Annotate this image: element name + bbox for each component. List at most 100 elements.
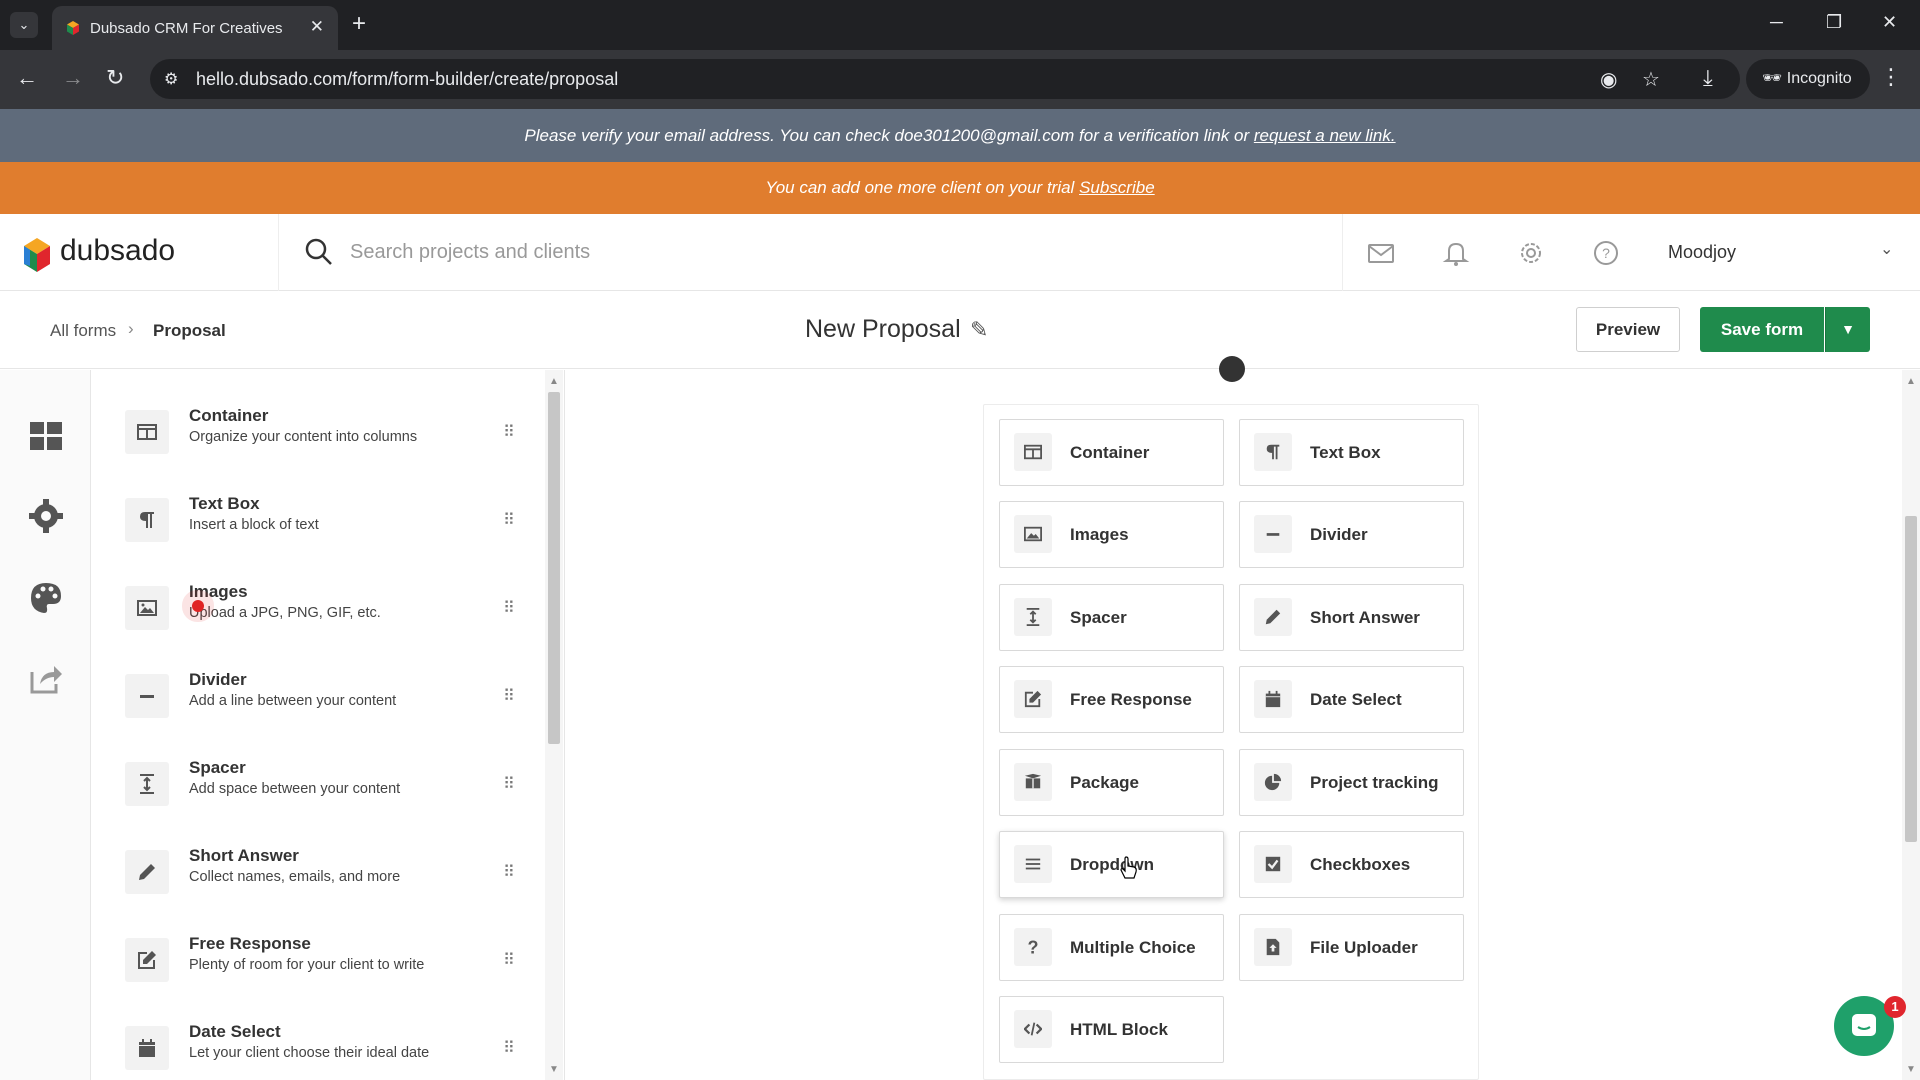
palette-card-images[interactable]: Images [999,501,1224,568]
browser-menu-icon[interactable]: ⋮ [1880,64,1902,90]
svg-text:?: ? [1602,245,1610,261]
list-item-short-answer[interactable]: Short Answer Collect names, emails, and … [91,836,541,914]
tab-search-button[interactable]: ⌄ [10,12,38,38]
list-item-images[interactable]: Images Upload a JPG, PNG, GIF, etc. ⠿ [91,572,541,650]
drag-handle-icon[interactable]: ⠿ [503,774,515,794]
divider-icon [125,674,169,718]
drag-handle-icon[interactable]: ⠿ [503,422,515,442]
back-icon[interactable]: ← [16,65,38,91]
add-element-marker[interactable] [1219,356,1245,382]
tab-close-icon[interactable]: ✕ [310,17,324,37]
chevron-down-icon[interactable]: ⌄ [1880,239,1893,259]
pie-chart-icon [1254,763,1292,801]
user-name[interactable]: Moodjoy [1668,242,1736,263]
palette-card-project-tracking[interactable]: Project tracking [1239,749,1464,816]
svg-text:?: ? [1028,938,1039,956]
scroll-up-arrow-icon[interactable]: ▲ [549,376,559,387]
calendar-icon [1254,680,1292,718]
request-new-link[interactable]: request a new link. [1254,126,1396,145]
palette-card-label: Divider [1310,525,1368,544]
palette-card-text-box[interactable]: Text Box [1239,419,1464,486]
bookmark-star-icon[interactable]: ☆ [1642,67,1660,92]
preview-button[interactable]: Preview [1576,307,1680,352]
scroll-up-arrow-icon[interactable]: ▲ [1906,376,1916,387]
close-window-icon[interactable]: ✕ [1882,12,1897,33]
restore-icon[interactable]: ❐ [1826,12,1842,33]
download-icon[interactable]: ⤓ [1703,65,1713,91]
list-item-date-select[interactable]: Date Select Let your client choose their… [91,1012,541,1080]
mail-icon[interactable] [1366,238,1396,268]
palette-card-label: Free Response [1070,690,1192,709]
package-icon [1014,763,1052,801]
drag-handle-icon[interactable]: ⠿ [503,686,515,706]
forward-icon[interactable]: → [62,65,84,91]
page-scrollbar-thumb[interactable] [1905,516,1917,842]
list-item-spacer[interactable]: Spacer Add space between your content ⠿ [91,748,541,826]
palette-card-label: HTML Block [1070,1020,1168,1039]
address-bar[interactable]: ⚙ hello.dubsado.com/form/form-builder/cr… [150,59,1740,99]
palette-icon[interactable] [28,580,64,616]
palette-card-multiple-choice[interactable]: ? Multiple Choice [999,914,1224,981]
scroll-down-arrow-icon[interactable]: ▼ [1906,1064,1916,1075]
palette-card-html-block[interactable]: HTML Block [999,996,1224,1063]
palette-card-file-uploader[interactable]: File Uploader [1239,914,1464,981]
edit-title-pencil-icon[interactable]: ✎ [970,317,988,343]
palette-card-checkboxes[interactable]: Checkboxes [1239,831,1464,898]
palette-card-short-answer[interactable]: Short Answer [1239,584,1464,651]
drag-handle-icon[interactable]: ⠿ [503,862,515,882]
list-item-container[interactable]: Container Organize your content into col… [91,396,541,474]
subscribe-link[interactable]: Subscribe [1079,178,1155,197]
list-item-desc: Let your client choose their ideal date [189,1045,430,1061]
reload-icon[interactable]: ↻ [106,65,124,91]
list-item-title: Free Response [189,934,311,953]
drag-handle-icon[interactable]: ⠿ [503,510,515,530]
scroll-down-arrow-icon[interactable]: ▼ [549,1064,559,1075]
elements-grid-icon[interactable] [28,418,64,454]
help-icon[interactable]: ? [1591,238,1621,268]
list-item-title: Images [189,582,248,601]
palette-card-divider[interactable]: Divider [1239,501,1464,568]
container-icon [125,410,169,454]
palette-card-container[interactable]: Container [999,419,1224,486]
image-icon [1014,515,1052,553]
click-indicator [192,600,204,612]
dubsado-favicon-icon [67,21,79,35]
site-settings-icon[interactable]: ⚙ [164,69,178,89]
drag-handle-icon[interactable]: ⠿ [503,598,515,618]
palette-card-free-response[interactable]: Free Response [999,666,1224,733]
incognito-label: Incognito [1786,70,1852,87]
drag-handle-icon[interactable]: ⠿ [503,950,515,970]
palette-card-spacer[interactable]: Spacer [999,584,1224,651]
browser-toolbar: ← → ↻ ⚙ hello.dubsado.com/form/form-buil… [0,50,1920,109]
share-icon[interactable] [28,660,64,696]
settings-gear-icon[interactable] [1516,238,1546,268]
url-text[interactable]: hello.dubsado.com/form/form-builder/crea… [196,69,618,90]
list-item-text-box[interactable]: Text Box Insert a block of text ⠿ [91,484,541,562]
incognito-indicator[interactable]: 🕶 Incognito [1746,59,1870,99]
list-item-desc: Plenty of room for your client to write [189,957,425,973]
save-options-dropdown-icon[interactable]: ▼ [1825,307,1870,352]
browser-tab[interactable]: Dubsado CRM For Creatives ✕ [52,6,338,50]
form-title[interactable]: New Proposal [805,315,961,344]
palette-card-package[interactable]: Package [999,749,1224,816]
paragraph-icon [125,498,169,542]
pencil-icon [125,850,169,894]
settings-gear-icon[interactable] [28,498,64,534]
minimize-icon[interactable]: ─ [1770,12,1783,33]
breadcrumb-all-forms[interactable]: All forms [50,321,116,341]
save-form-button[interactable]: Save form [1700,307,1824,352]
dubsado-logo[interactable]: dubsado [22,232,242,274]
container-icon [1014,433,1052,471]
search-icon[interactable] [303,236,335,268]
palette-card-dropdown[interactable]: Dropdown [999,831,1224,898]
list-item-free-response[interactable]: Free Response Plenty of room for your cl… [91,924,541,1002]
palette-card-date-select[interactable]: Date Select [1239,666,1464,733]
eye-off-icon[interactable]: ◉ [1600,67,1617,92]
panel-scrollbar-thumb[interactable] [548,392,560,744]
search-input[interactable] [350,234,1250,270]
drag-handle-icon[interactable]: ⠿ [503,1038,515,1058]
bell-icon[interactable] [1441,238,1471,268]
list-item-divider[interactable]: Divider Add a line between your content … [91,660,541,738]
new-tab-icon[interactable]: + [352,10,366,38]
list-item-desc: Add space between your content [189,781,401,797]
